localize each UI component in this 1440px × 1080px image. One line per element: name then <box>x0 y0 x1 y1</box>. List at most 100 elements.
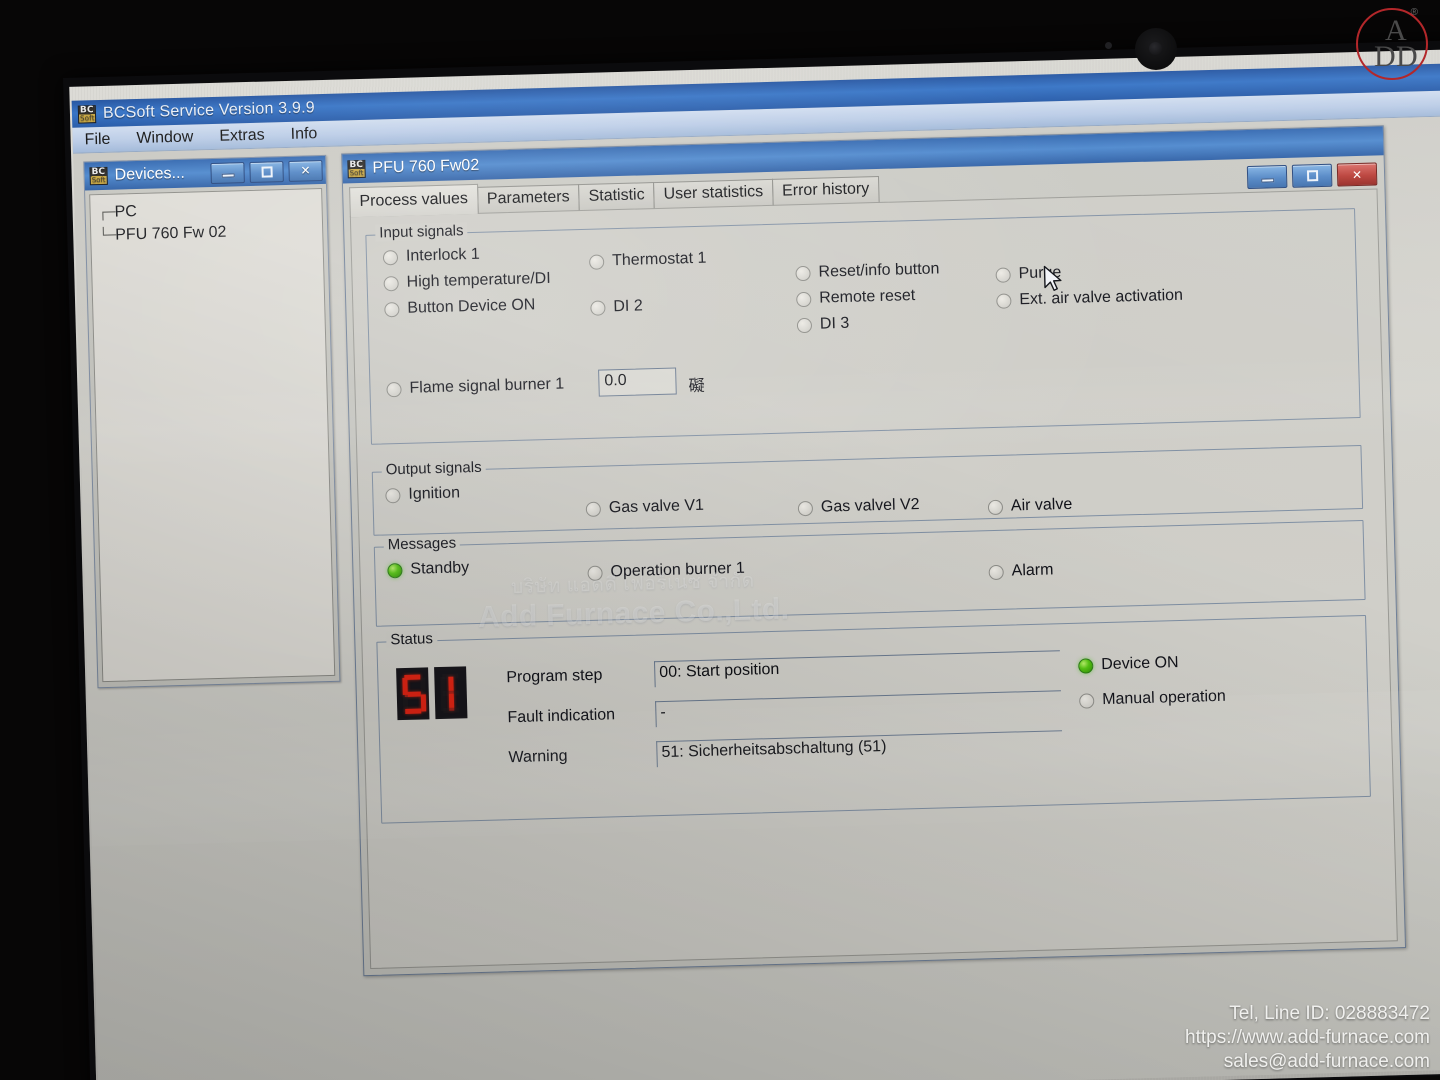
device-tree[interactable]: ┌─ PC └─ PFU 760 Fw 02 <box>89 188 336 683</box>
signal-reset-info-button[interactable]: Reset/info button <box>795 260 940 282</box>
message-alarm[interactable]: Alarm <box>988 561 1054 581</box>
maximize-icon <box>1306 170 1318 182</box>
signal-flame-burner-1[interactable]: Flame signal burner 1 <box>386 376 564 399</box>
mouse-cursor-icon <box>1043 265 1062 291</box>
status-manual-operation[interactable]: Manual operation <box>1079 688 1226 710</box>
led-indicator <box>387 562 403 578</box>
pfu-minimize-button[interactable] <box>1246 164 1288 190</box>
devices-minimize-button[interactable] <box>210 161 245 184</box>
devices-close-button[interactable]: ✕ <box>288 159 323 182</box>
led-indicator <box>996 292 1012 309</box>
flame-signal-unit: 礙 <box>688 377 705 396</box>
webcam-indicator-dot <box>1105 42 1112 49</box>
output-gas-valve-v1[interactable]: Gas valve V1 <box>585 496 705 518</box>
devices-maximize-button[interactable] <box>249 160 284 183</box>
menu-item-extras[interactable]: Extras <box>219 126 265 145</box>
led-indicator <box>588 253 605 270</box>
led-indicator <box>797 500 814 516</box>
signal-button-device-on[interactable]: Button Device ON <box>384 296 536 318</box>
program-step-seven-segment-display <box>396 666 468 721</box>
devices-window: BC Soft Devices... ✕ ┌─ PC └─ PFU 760 Fw… <box>83 154 341 689</box>
input-signals-group: Input signals Interlock 1 High temperatu… <box>365 208 1361 445</box>
led-indicator <box>1078 657 1094 674</box>
signal-ext-air-valve-activation[interactable]: Ext. air valve activation <box>996 287 1183 310</box>
output-signals-legend: Output signals <box>381 458 486 479</box>
close-icon: ✕ <box>1351 167 1363 182</box>
tab-error-history[interactable]: Error history <box>771 175 880 206</box>
contact-website[interactable]: https://www.add-furnace.com <box>1185 1026 1430 1050</box>
signal-label: Button Device ON <box>407 296 536 317</box>
tree-item-pfu760[interactable]: └─ PFU 760 Fw 02 <box>99 218 315 247</box>
pfu-close-button[interactable]: ✕ <box>1336 162 1378 187</box>
output-gas-valve-v2[interactable]: Gas valvel V2 <box>797 495 920 517</box>
menu-item-info[interactable]: Info <box>290 125 317 144</box>
monitor-screen: BC Soft BCSoft Service Version 3.9.9 File… <box>69 49 1440 1080</box>
led-indicator <box>590 299 606 316</box>
mdi-client-area: BC Soft Devices... ✕ ┌─ PC └─ PFU 760 Fw… <box>73 116 1440 1080</box>
program-step-field[interactable]: 00: Start position <box>653 650 1061 688</box>
signal-label: Interlock 1 <box>405 245 480 265</box>
signal-label: Flame signal burner 1 <box>409 375 565 397</box>
output-ignition[interactable]: Ignition <box>385 484 460 504</box>
signal-remote-reset[interactable]: Remote reset <box>796 287 915 308</box>
devices-titlebar: BC Soft Devices... ✕ <box>84 155 326 191</box>
tab-process-values[interactable]: Process values <box>349 183 479 218</box>
output-air-valve[interactable]: Air valve <box>987 496 1073 516</box>
led-indicator <box>384 301 400 317</box>
contact-phone: Tel, Line ID: 028883472 <box>1229 1003 1430 1024</box>
signal-label: DI 2 <box>613 297 643 316</box>
led-indicator <box>587 565 603 581</box>
signal-di-3[interactable]: DI 3 <box>796 315 850 334</box>
signal-label: Manual operation <box>1101 687 1227 709</box>
signal-label: Gas valve V1 <box>608 496 705 517</box>
led-indicator <box>988 564 1004 580</box>
close-icon: ✕ <box>300 163 311 178</box>
message-standby[interactable]: Standby <box>387 559 469 579</box>
registered-trademark-icon: ® <box>1410 7 1418 18</box>
flame-signal-value-field[interactable]: 0.0 <box>598 367 677 397</box>
seven-segment-digit-5 <box>396 667 430 721</box>
signal-label: Remote reset <box>819 287 916 307</box>
contact-info-overlay: Tel, Line ID: 028883472 https://www.add-… <box>1185 1002 1430 1074</box>
signal-thermostat-1[interactable]: Thermostat 1 <box>588 249 707 271</box>
tab-parameters[interactable]: Parameters <box>476 184 580 214</box>
menu-item-file[interactable]: File <box>84 130 110 149</box>
webcam-lens <box>1135 28 1177 70</box>
input-signals-legend: Input signals <box>375 222 468 242</box>
pfu-window-controls: ✕ <box>1246 162 1378 190</box>
signal-di-2[interactable]: DI 2 <box>590 297 643 316</box>
label-warning: Warning <box>508 747 568 767</box>
status-legend: Status <box>386 630 438 649</box>
led-indicator <box>382 249 399 265</box>
signal-label: Thermostat 1 <box>611 249 707 270</box>
fault-indication-field[interactable]: - <box>655 690 1062 728</box>
message-operation-burner-1[interactable]: Operation burner 1 <box>587 560 745 582</box>
devices-window-controls: ✕ <box>210 159 323 184</box>
maximize-icon <box>260 165 273 178</box>
pfu-maximize-button[interactable] <box>1291 163 1333 188</box>
signal-label: Operation burner 1 <box>610 559 746 581</box>
pfu-window: BC Soft PFU 760 Fw02 ✕ Process values Par… <box>341 125 1407 977</box>
monitor-bezel: BC Soft BCSoft Service Version 3.9.9 File… <box>63 40 1440 1080</box>
signal-high-temperature-di[interactable]: High temperature/DI <box>383 270 551 293</box>
minimize-icon <box>221 173 235 178</box>
tree-item-label: PC <box>114 202 138 221</box>
logo-letter-d-right: D <box>1396 40 1418 73</box>
signal-label: Gas valvel V2 <box>820 495 920 516</box>
tab-statistic[interactable]: Statistic <box>578 182 655 212</box>
led-indicator <box>796 291 812 307</box>
warning-field[interactable]: 51: Sicherheitsabschaltung (51) <box>656 730 1063 768</box>
tree-branch-icon: ┌─ <box>98 204 116 221</box>
signal-interlock-1[interactable]: Interlock 1 <box>382 245 480 267</box>
led-indicator <box>796 317 813 333</box>
add-company-logo: A D D ® <box>1352 4 1432 84</box>
devices-window-title: Devices... <box>114 164 186 184</box>
contact-email[interactable]: sales@add-furnace.com <box>1185 1050 1430 1074</box>
status-group: Status Program step 00: Start position F… <box>376 614 1371 824</box>
main-window-title: BCSoft Service Version 3.9.9 <box>102 98 316 122</box>
signal-label: Device ON <box>1101 654 1179 674</box>
menu-item-window[interactable]: Window <box>136 128 193 148</box>
label-fault-indication: Fault indication <box>507 706 616 727</box>
tree-branch-icon: └─ <box>99 227 117 244</box>
status-device-on: Device ON <box>1078 654 1179 675</box>
